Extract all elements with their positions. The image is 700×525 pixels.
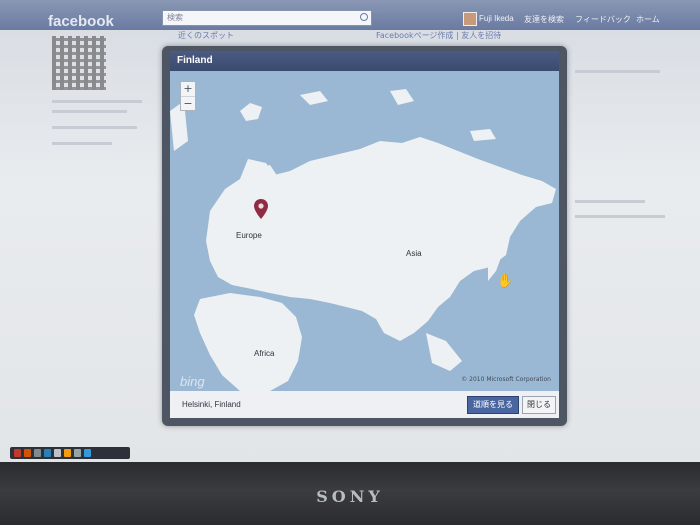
app-icon[interactable] [44,449,51,457]
location-name: Helsinki, Finland [182,400,241,409]
faded-text-line [575,200,645,203]
get-directions-button[interactable]: 道順を見る [467,396,519,414]
faded-text-line [52,126,137,129]
facebook-header: facebook 検索 Fuji Ikeda 友達を検索 フィードバック ホーム [0,0,700,30]
map-label-asia: Asia [406,249,422,258]
southeast-asia-landmass [426,333,462,371]
faded-text-line [52,100,142,103]
laptop-screen: facebook 検索 Fuji Ikeda 友達を検索 フィードバック ホーム… [0,0,700,462]
user-name-link[interactable]: Fuji Ikeda [479,14,514,23]
nearby-spots-heading: 近くのスポット [178,31,234,40]
bing-logo: bing [180,374,205,389]
app-icon[interactable] [14,449,21,457]
zoom-control: + − [180,81,196,111]
nav-home[interactable]: ホーム [636,14,660,25]
arctic-islands [240,89,496,141]
app-icon[interactable] [84,449,91,457]
faded-text-line [575,70,660,73]
qr-code-image [52,36,106,90]
map-pin-icon[interactable] [254,199,268,219]
zoom-out-button[interactable]: − [181,96,195,111]
monitor-brand-logo: SONY [316,487,384,506]
app-icon[interactable] [34,449,41,457]
avatar[interactable] [463,12,477,26]
app-icon[interactable] [54,449,61,457]
close-button[interactable]: 閉じる [522,396,556,414]
map-label-europe: Europe [236,231,262,240]
faded-text-line [52,142,112,145]
page-links[interactable]: Facebookページ作成 | 友人を招待 [376,30,501,41]
dialog-title: Finland [177,55,213,66]
app-icon[interactable] [74,449,81,457]
facebook-logo[interactable]: facebook [48,13,114,30]
search-placeholder: 検索 [167,13,183,22]
dialog-footer: Helsinki, Finland 道順を見る 閉じる [170,391,559,418]
map-view[interactable]: + − Europe Asia Africa bing © 2010 Micro… [170,71,559,391]
world-map [170,89,556,391]
map-copyright: © 2010 Microsoft Corporation [461,376,551,383]
search-icon[interactable] [360,13,368,21]
map-dialog: Finland + − Europe Asia Africa bing © 20… [162,46,567,426]
hand-cursor-icon: ✋ [497,274,514,289]
africa-landmass [194,293,302,391]
taskbar [10,447,130,459]
map-label-africa: Africa [254,349,275,358]
faded-text-line [575,215,665,218]
nav-find-friends[interactable]: 友達を検索 [524,14,564,25]
search-input[interactable]: 検索 [162,10,372,26]
nav-feedback[interactable]: フィードバック [575,14,631,25]
zoom-in-button[interactable]: + [181,82,195,96]
dialog-header: Finland [170,51,559,71]
app-icon[interactable] [64,449,71,457]
app-icon[interactable] [24,449,31,457]
faded-text-line [52,110,127,113]
